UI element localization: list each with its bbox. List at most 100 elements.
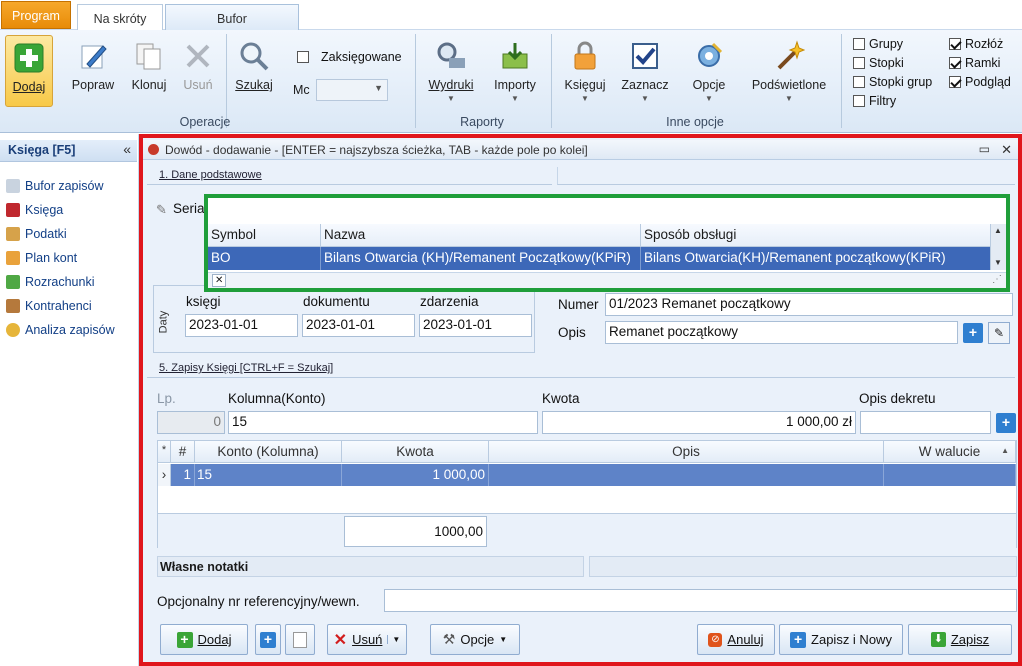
copy-icon [293, 631, 307, 648]
close-icon[interactable]: ✕ [1001, 142, 1012, 158]
collapse-icon[interactable]: « [123, 141, 131, 157]
podglad-checkbox[interactable]: Podgląd [949, 75, 1011, 89]
ref-input[interactable] [384, 589, 1017, 612]
tab-na-skroty[interactable]: Na skróty [77, 4, 163, 31]
sidebar-item-kontrahenci[interactable]: Kontrahenci [6, 297, 92, 315]
numer-label: Numer [558, 297, 599, 312]
dodaj-button[interactable]: Dodaj [5, 35, 53, 107]
szukaj-label: Szukaj [235, 78, 273, 92]
bottom-copy-button[interactable] [285, 624, 315, 655]
zapisz-button[interactable]: ⬇ Zapisz [908, 624, 1012, 655]
separator [415, 34, 416, 128]
sidebar-item-podatki[interactable]: Podatki [6, 225, 67, 243]
group-operacje: Operacje [179, 115, 231, 129]
grid-col-opis[interactable]: Opis [489, 441, 884, 463]
col-sposob-obslugi[interactable]: Sposób obsługi [641, 224, 990, 246]
grid-col-num[interactable]: # [171, 441, 195, 463]
klonuj-button[interactable]: Klonuj [127, 40, 171, 92]
close-dropdown-icon[interactable]: ✕ [212, 274, 227, 287]
scroll-up-icon[interactable]: ▲ [994, 226, 1002, 235]
bottom-opcje-button[interactable]: ⚒ Opcje ▼ [430, 624, 520, 655]
mc-select[interactable]: ▼ [316, 79, 388, 101]
cancel-icon: ⊘ [708, 632, 723, 647]
stopki-grup-checkbox[interactable]: Stopki grup [853, 75, 932, 89]
stopki-checkbox[interactable]: Stopki [853, 56, 904, 70]
opis-input[interactable]: Remanet początkowy [605, 321, 958, 344]
kwota-input[interactable]: 1 000,00 zł [542, 411, 856, 434]
checkbox-box [853, 57, 865, 69]
separator [551, 34, 552, 128]
sidebar-item-rozrachunki[interactable]: Rozrachunki [6, 273, 94, 291]
add-dekret-button[interactable]: + [996, 413, 1016, 433]
sidebar-item-bufor-zapisow[interactable]: Bufor zapisów [6, 177, 104, 195]
popraw-button[interactable]: Popraw [68, 40, 118, 92]
sidebar-item-analiza-zapisow[interactable]: Analiza zapisów [6, 321, 115, 339]
add-icon: + [260, 631, 276, 648]
dropdown-scrollbar[interactable]: ▲ ▼ [990, 224, 1006, 270]
col-nazwa[interactable]: Nazwa [321, 224, 641, 246]
add-icon: + [790, 631, 807, 648]
resize-grip-icon[interactable]: ⋰ [992, 274, 1002, 285]
tab-bufor[interactable]: Bufor [165, 4, 299, 31]
anuluj-button[interactable]: ⊘ Anuluj [697, 624, 775, 655]
restore-icon[interactable]: ▭ [979, 142, 990, 156]
row-marker: › [158, 464, 171, 486]
zapisz-i-nowy-label: Zapisz i Nowy [811, 632, 892, 647]
rozloz-checkbox[interactable]: Rozłóż [949, 37, 1003, 51]
search-icon [240, 42, 269, 71]
seria-icon: ✎ [156, 202, 167, 217]
record-icon [148, 144, 159, 155]
section-zapisy-ksiegi: 5. Zapisy Księgi [CTRL+F = Szukaj] [147, 360, 1015, 378]
data-ksiegi-input[interactable]: 2023-01-01 [185, 314, 298, 337]
usun-label: Usuń [352, 632, 383, 647]
section-dane-podstawowe: 1. Dane podstawowe [147, 167, 552, 185]
zaznacz-button[interactable]: Zaznacz ▼ [618, 40, 672, 103]
sidebar-item-label: Plan kont [25, 251, 78, 265]
bottom-dodaj-button[interactable]: + Dodaj [160, 624, 248, 655]
sidebar-item-label: Analiza zapisów [25, 323, 115, 337]
tab-program[interactable]: Program [1, 1, 71, 29]
edit-opis-icon[interactable]: ✎ [988, 322, 1010, 344]
zaksiegowane-checkbox[interactable]: Zaksięgowane [297, 50, 402, 64]
rozloz-label: Rozłóż [965, 37, 1004, 51]
cell-symbol: BO [208, 247, 321, 270]
importy-button[interactable]: Importy ▼ [488, 40, 542, 103]
data-zdarzenia-input[interactable]: 2023-01-01 [419, 314, 532, 337]
filtry-checkbox[interactable]: Filtry [853, 94, 896, 108]
section-title: 5. Zapisy Księgi [CTRL+F = Szukaj] [159, 362, 334, 374]
opis-dekretu-input[interactable] [860, 411, 991, 434]
grupy-checkbox[interactable]: Grupy [853, 37, 903, 51]
kolumna-input[interactable]: 15 [228, 411, 538, 434]
data-dokumentu-input[interactable]: 2023-01-01 [302, 314, 415, 337]
bottom-usun-button[interactable]: ✕ Usuń ▼ [327, 624, 407, 655]
delete-icon [186, 44, 210, 68]
dropdown-header: Symbol Nazwa Sposób obsługi [208, 224, 990, 247]
sidebar-item-plan-kont[interactable]: Plan kont [6, 249, 77, 267]
zapisz-i-nowy-button[interactable]: + Zapisz i Nowy [779, 624, 903, 655]
sidebar-item-label: Kontrahenci [25, 299, 92, 313]
add-opis-button[interactable]: + [963, 323, 983, 343]
wydruki-button[interactable]: Wydruki ▼ [424, 40, 478, 103]
ksieguj-button[interactable]: Księguj ▼ [560, 40, 610, 103]
row-waluta [884, 464, 1016, 486]
chevron-down-icon: ▼ [641, 94, 649, 103]
szukaj-button[interactable]: Szukaj [232, 40, 276, 92]
podswietlone-button[interactable]: Podświetlone ▼ [746, 40, 832, 103]
scroll-down-icon[interactable]: ▼ [994, 258, 1002, 267]
grid-col-w-walucie[interactable]: W walucie ▲ [884, 441, 1016, 463]
filtry-label: Filtry [869, 94, 897, 108]
dropdown-row[interactable]: BO Bilans Otwarcia (KH)/Remanent Początk… [208, 247, 990, 270]
numer-input[interactable]: 01/2023 Remanet początkowy [605, 293, 1013, 316]
zaksiegowane-label: Zaksięgowane [321, 50, 402, 64]
opcje-button[interactable]: Opcje ▼ [684, 40, 734, 103]
grid-col-konto[interactable]: Konto (Kolumna) [195, 441, 342, 463]
col-symbol[interactable]: Symbol [208, 224, 321, 246]
ksieguj-label: Księguj [564, 78, 606, 92]
usun-button[interactable]: Usuń [176, 40, 220, 92]
grid-col-kwota[interactable]: Kwota [342, 441, 489, 463]
group-inne-opcje: Inne opcje [666, 115, 724, 129]
bottom-add-small-button[interactable]: + [255, 624, 281, 655]
checkbox-box [853, 38, 865, 50]
ramki-checkbox[interactable]: Ramki [949, 56, 1000, 70]
sidebar-item-ksiega[interactable]: Księga [6, 201, 63, 219]
